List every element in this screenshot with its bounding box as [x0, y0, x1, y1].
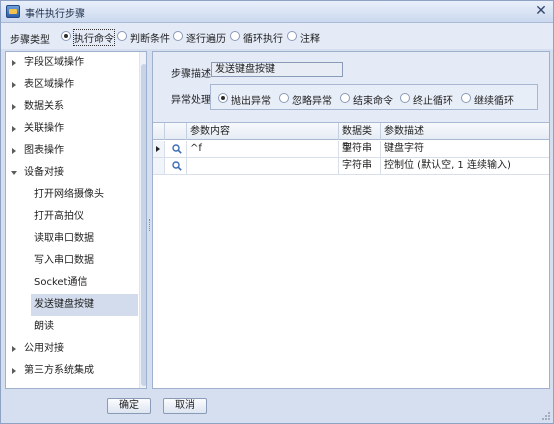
expand-arrow-icon[interactable] [12, 82, 16, 88]
tree-item-socket[interactable]: Socket通信 [6, 272, 138, 294]
row-indicator [153, 158, 165, 174]
expand-arrow-icon[interactable] [12, 368, 16, 374]
radio-dot [173, 31, 183, 41]
tree-item-label: 表区域操作 [24, 79, 74, 90]
title-bar[interactable]: 事件执行步骤 ✕ [1, 1, 553, 23]
tree-item-label: 公用对接 [24, 343, 64, 354]
step-type-label: 步骤类型 [10, 35, 50, 46]
tree-item-association[interactable]: 关联操作 [6, 118, 138, 140]
tree-item-label: 字段区域操作 [24, 57, 84, 68]
tree-scrollbar[interactable] [139, 52, 146, 388]
grid-header: 参数内容 数据类型 参数描述 [153, 123, 549, 154]
close-button[interactable]: ✕ [533, 4, 549, 19]
command-tree: 字段区域操作 表区域操作 数据关系 关联操作 图表操作 设备对接 打开网络摄像头… [5, 51, 147, 389]
radio-dot [218, 93, 228, 103]
radio-label: 判断条件 [130, 34, 170, 45]
expand-arrow-icon[interactable] [12, 60, 16, 66]
tree-item-label: 朗读 [34, 321, 54, 332]
radio-label: 执行命令 [73, 29, 115, 46]
step-desc-label: 步骤描述 [171, 69, 211, 80]
tree-item-label: 写入串口数据 [34, 255, 94, 266]
tree-item-label: 数据关系 [24, 101, 64, 112]
row-indicator [153, 141, 165, 157]
expand-arrow-icon[interactable] [12, 148, 16, 154]
radio-label: 继续循环 [474, 96, 514, 107]
lookup-cell[interactable] [165, 141, 187, 157]
radio-label: 抛出异常 [231, 96, 271, 107]
radio-dot [230, 31, 240, 41]
radio-label: 结束命令 [353, 96, 393, 107]
param-desc-cell[interactable]: 键盘字符 [381, 141, 549, 157]
tree-item-label: 读取串口数据 [34, 233, 94, 244]
step-desc-input[interactable]: 发送键盘按键 [211, 62, 343, 77]
tree-item-label: 打开网络摄像头 [34, 189, 104, 200]
param-content-cell[interactable] [187, 158, 339, 174]
step-type-row: 步骤类型 执行命令 判断条件 逐行遍历 循环执行 注释 [1, 23, 553, 49]
tree-item-write-serial[interactable]: 写入串口数据 [6, 250, 138, 272]
param-type-cell[interactable]: 字符串 [339, 141, 381, 157]
radio-label: 逐行遍历 [186, 34, 226, 45]
radio-dot [461, 93, 471, 103]
tree-item-label: 打开高拍仪 [34, 211, 84, 222]
tree-item-read-serial[interactable]: 读取串口数据 [6, 228, 138, 250]
table-row[interactable]: 字符串 控制位 (默认空, 1 连续输入) [153, 158, 549, 175]
expand-arrow-icon[interactable] [12, 104, 16, 110]
tree-item-device[interactable]: 设备对接 [6, 162, 138, 184]
tree-item-label: 图表操作 [24, 145, 64, 156]
radio-dot [279, 93, 289, 103]
exception-radio-group: 抛出异常 忽略异常 结束命令 终止循环 继续循环 [210, 84, 538, 110]
step-detail-panel: 步骤描述 发送键盘按键 异常处理 抛出异常 忽略异常 结束命令 终止循环 继续循… [152, 51, 550, 389]
tree-item-field-area[interactable]: 字段区域操作 [6, 52, 138, 74]
tree-item-label: Socket通信 [34, 277, 88, 288]
tree-item-data-relation[interactable]: 数据关系 [6, 96, 138, 118]
radio-label: 忽略异常 [292, 96, 332, 107]
param-type-cell[interactable]: 字符串 [339, 158, 381, 174]
grid-header-button [165, 123, 187, 140]
tree-item-label: 关联操作 [24, 123, 64, 134]
app-icon [6, 5, 20, 18]
tree-item-webcam[interactable]: 打开网络摄像头 [6, 184, 138, 206]
lookup-cell[interactable] [165, 158, 187, 174]
search-icon[interactable] [172, 144, 182, 154]
scrollbar-thumb[interactable] [141, 64, 146, 386]
tree-item-chart[interactable]: 图表操作 [6, 140, 138, 162]
radio-label: 终止循环 [413, 96, 453, 107]
tree-item-read-aloud[interactable]: 朗读 [6, 316, 138, 338]
collapse-arrow-icon[interactable] [11, 171, 17, 175]
window-title: 事件执行步骤 [25, 9, 85, 20]
radio-dot [117, 31, 127, 41]
resize-grip-icon[interactable] [541, 411, 551, 421]
expand-arrow-icon[interactable] [12, 346, 16, 352]
parameter-grid: 参数内容 数据类型 参数描述 ^f 字符串 键盘字符 字符串 控制位 (默认空,… [153, 122, 549, 388]
grid-header-type[interactable]: 数据类型 [339, 123, 381, 154]
expand-arrow-icon[interactable] [12, 126, 16, 132]
tree-item-third-party[interactable]: 第三方系统集成 [6, 360, 138, 382]
radio-label: 注释 [300, 34, 320, 45]
dialog-window: 事件执行步骤 ✕ 步骤类型 执行命令 判断条件 逐行遍历 循环执行 注释 字段区… [0, 0, 554, 424]
tree-item-label: 发送键盘按键 [34, 299, 94, 310]
splitter-grip-icon [149, 219, 151, 231]
search-icon[interactable] [172, 161, 182, 171]
param-desc-cell[interactable]: 控制位 (默认空, 1 连续输入) [381, 158, 549, 174]
tree-item-public[interactable]: 公用对接 [6, 338, 138, 360]
param-content-cell[interactable]: ^f [187, 141, 339, 157]
radio-dot [287, 31, 297, 41]
tree-item-send-keys[interactable]: 发送键盘按键 [31, 294, 138, 316]
radio-dot [340, 93, 350, 103]
cancel-button[interactable]: 取消 [163, 398, 207, 414]
radio-label: 循环执行 [243, 34, 283, 45]
grid-header-indicator [153, 123, 165, 140]
ok-button[interactable]: 确定 [107, 398, 151, 414]
radio-dot [61, 31, 71, 41]
grid-header-desc[interactable]: 参数描述 [381, 123, 549, 140]
table-row[interactable]: ^f 字符串 键盘字符 [153, 141, 549, 158]
tree-item-label: 第三方系统集成 [24, 365, 94, 376]
tree-item-label: 设备对接 [24, 167, 64, 178]
tree-item-table-area[interactable]: 表区域操作 [6, 74, 138, 96]
current-row-arrow-icon [156, 146, 160, 152]
exception-label: 异常处理 [171, 95, 211, 106]
grid-header-content[interactable]: 参数内容 [187, 123, 339, 140]
radio-dot [400, 93, 410, 103]
tree-item-scanner[interactable]: 打开高拍仪 [6, 206, 138, 228]
